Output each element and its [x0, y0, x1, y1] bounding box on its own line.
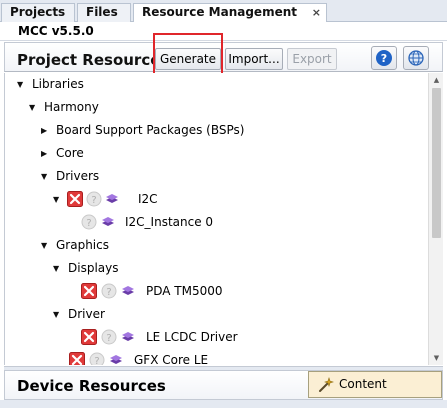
tree-node-gfx-core[interactable]: ? GFX Core LE — [69, 349, 269, 365]
layers-icon — [110, 355, 122, 364]
project-resources-tree: ▼ Libraries ▼ Harmony ▶ Board Support Pa… — [4, 73, 428, 365]
mcc-version: MCC v5.5.0 — [0, 22, 447, 41]
tree-node-label: I2C_Instance 0 — [125, 215, 214, 229]
tab-label: Projects — [10, 5, 66, 19]
expanded-triangle-icon[interactable]: ▼ — [53, 257, 59, 280]
remove-icon[interactable] — [67, 191, 83, 207]
expanded-triangle-icon[interactable]: ▼ — [53, 303, 59, 326]
layers-icon — [106, 194, 118, 203]
expanded-triangle-icon[interactable]: ▼ — [41, 165, 47, 188]
scroll-up-icon[interactable]: ▲ — [429, 73, 444, 87]
tree-node-pda[interactable]: ? PDA TM5000 — [81, 280, 281, 303]
help-disabled-icon: ? — [101, 329, 117, 345]
scrollbar-thumb[interactable] — [432, 88, 441, 238]
tree-node-label: Core — [56, 146, 84, 160]
tree-node-label: Driver — [68, 307, 105, 321]
layers-icon — [122, 332, 134, 341]
svg-text:?: ? — [106, 333, 111, 344]
svg-text:?: ? — [106, 287, 111, 298]
help-disabled-icon: ? — [86, 191, 102, 207]
svg-text:?: ? — [91, 195, 96, 206]
tab-resource-management[interactable]: Resource Management [MCC] × — [133, 3, 327, 36]
help-icon: ? — [376, 50, 392, 66]
device-resources-header: Device Resources Content Manager — [4, 370, 443, 408]
tree-node-i2c[interactable]: ▼ ? I2C — [53, 188, 253, 211]
tree-node-i2c-instance[interactable]: ? I2C_Instance 0 — [81, 211, 281, 234]
web-button[interactable] — [403, 46, 429, 70]
expanded-triangle-icon[interactable]: ▼ — [17, 73, 23, 96]
remove-icon[interactable] — [81, 283, 97, 299]
content-manager-button[interactable]: Content Manager — [308, 371, 442, 408]
tree-node-label: LE LCDC Driver — [146, 330, 238, 344]
bottom-strip — [0, 400, 447, 408]
help-disabled-icon: ? — [81, 214, 97, 230]
tree-node-label: Board Support Packages (BSPs) — [56, 123, 245, 137]
tree-node-label: PDA TM5000 — [146, 284, 223, 298]
tab-files[interactable]: Files — [77, 3, 131, 22]
tree-node-lcdc[interactable]: ? LE LCDC Driver — [81, 326, 281, 349]
device-resources-title: Device Resources — [17, 377, 166, 395]
tree-node-label: Drivers — [56, 169, 100, 183]
layers-icon — [122, 286, 134, 295]
expanded-triangle-icon[interactable]: ▼ — [29, 96, 35, 119]
tree-node-label: GFX Core LE — [134, 353, 209, 365]
tree-node-label: I2C — [138, 192, 158, 206]
expanded-triangle-icon[interactable]: ▼ — [53, 188, 59, 211]
project-resources-title: Project Resources — [17, 51, 170, 69]
svg-text:?: ? — [381, 52, 387, 65]
collapsed-triangle-icon[interactable]: ▶ — [41, 142, 47, 165]
tab-label: Files — [86, 5, 118, 19]
collapsed-triangle-icon[interactable]: ▶ — [41, 119, 47, 142]
help-button[interactable]: ? — [371, 46, 397, 70]
scroll-down-icon[interactable]: ▼ — [429, 351, 444, 365]
help-disabled-icon: ? — [101, 283, 117, 299]
import-button[interactable]: Import... — [225, 48, 283, 70]
svg-text:?: ? — [86, 218, 91, 229]
tree-node-label: Displays — [68, 261, 119, 275]
tree-node-label: Libraries — [32, 77, 84, 91]
help-disabled-icon: ? — [89, 352, 105, 365]
project-resources-header: Project Resources Generate Import... Exp… — [4, 42, 443, 72]
remove-icon[interactable] — [81, 329, 97, 345]
svg-text:?: ? — [94, 356, 99, 365]
tab-projects[interactable]: Projects — [1, 3, 75, 22]
tab-bar: Projects Files Resource Management [MCC]… — [0, 0, 447, 36]
export-button[interactable]: Export — [287, 48, 337, 70]
remove-icon[interactable] — [69, 352, 85, 365]
globe-icon — [408, 50, 424, 66]
tree-node-label: Harmony — [44, 100, 99, 114]
tree-node-label: Graphics — [56, 238, 109, 252]
close-icon[interactable]: × — [312, 4, 321, 21]
tree-scrollbar[interactable]: ▲ ▼ — [428, 73, 443, 365]
wand-icon — [319, 377, 334, 392]
layers-icon — [102, 217, 114, 226]
expanded-triangle-icon[interactable]: ▼ — [41, 234, 47, 257]
